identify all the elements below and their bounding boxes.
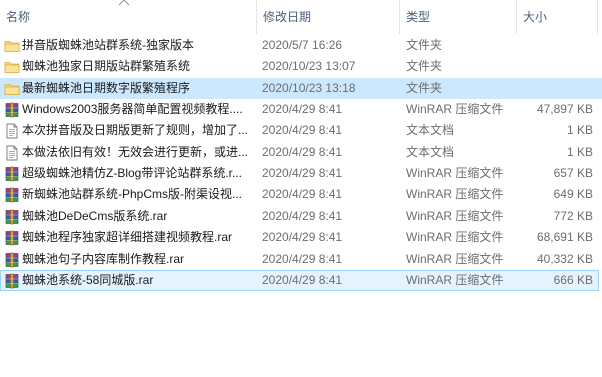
file-size: 657 KB bbox=[553, 166, 593, 180]
rar-icon bbox=[4, 252, 20, 268]
file-size: 68,691 KB bbox=[536, 230, 593, 244]
file-date: 2020/4/29 8:41 bbox=[262, 166, 343, 180]
column-header-size[interactable]: 大小 bbox=[517, 0, 597, 34]
file-name: Windows2003服务器简单配置视频教程.... bbox=[22, 102, 243, 116]
file-date: 2020/5/7 16:26 bbox=[262, 38, 343, 52]
file-size bbox=[520, 78, 593, 99]
file-date: 2020/4/29 8:41 bbox=[262, 187, 343, 201]
file-type: 文件夹 bbox=[406, 81, 443, 95]
file-name: 蜘蛛池程序独家超详细搭建视频教程.rar bbox=[22, 230, 233, 244]
folder-icon bbox=[4, 59, 20, 75]
file-row[interactable]: 最新蜘蛛池日期数字版繁殖程序 2020/10/23 13:18 文件夹 bbox=[0, 78, 602, 99]
file-type: WinRAR 压缩文件 bbox=[406, 209, 504, 223]
text-document-icon bbox=[4, 145, 20, 161]
rar-icon bbox=[4, 209, 20, 225]
file-date: 2020/10/23 13:18 bbox=[262, 81, 356, 95]
file-type: 文件夹 bbox=[406, 38, 443, 52]
file-row[interactable]: Windows2003服务器简单配置视频教程.... 2020/4/29 8:41… bbox=[0, 99, 602, 120]
file-name: 本次拼音版及日期版更新了规则，增加了... bbox=[22, 123, 249, 137]
file-row[interactable]: 拼音版蜘蛛池站群系统-独家版本 2020/5/7 16:26 文件夹 bbox=[0, 35, 602, 56]
file-name: 蜘蛛池独家日期版站群繁殖系统 bbox=[22, 59, 191, 73]
file-date: 2020/4/29 8:41 bbox=[262, 209, 343, 223]
file-type: 文本文档 bbox=[406, 123, 455, 137]
column-header-bar: 名称 修改日期 类型 大小 bbox=[0, 0, 602, 34]
column-header-type[interactable]: 类型 bbox=[400, 0, 516, 34]
file-name: 本做法依旧有效！无效会进行更新，或进... bbox=[22, 145, 249, 159]
file-size: 47,897 KB bbox=[536, 102, 593, 116]
column-header-date[interactable]: 修改日期 bbox=[257, 0, 399, 34]
file-type: WinRAR 压缩文件 bbox=[406, 187, 504, 201]
file-date: 2020/4/29 8:41 bbox=[262, 230, 343, 244]
file-name: 蜘蛛池句子内容库制作教程.rar bbox=[22, 252, 185, 266]
file-date: 2020/4/29 8:41 bbox=[262, 145, 343, 159]
file-type: WinRAR 压缩文件 bbox=[406, 230, 504, 244]
file-size: 772 KB bbox=[553, 209, 593, 223]
rar-icon bbox=[4, 273, 20, 289]
file-type: WinRAR 压缩文件 bbox=[406, 102, 504, 116]
column-header-name-label: 名称 bbox=[6, 10, 31, 24]
file-date: 2020/4/29 8:41 bbox=[262, 252, 343, 266]
file-type: WinRAR 压缩文件 bbox=[406, 252, 504, 266]
file-row[interactable]: 本做法依旧有效！无效会进行更新，或进... 2020/4/29 8:41 文本文档 1… bbox=[0, 142, 602, 163]
file-size: 649 KB bbox=[553, 187, 593, 201]
rar-icon bbox=[4, 187, 20, 203]
file-size bbox=[520, 35, 593, 56]
file-name: 拼音版蜘蛛池站群系统-独家版本 bbox=[22, 38, 194, 52]
file-type: WinRAR 压缩文件 bbox=[406, 273, 504, 287]
file-name: 超级蜘蛛池精仿Z-Blog带评论站群系统.r... bbox=[22, 166, 243, 180]
file-size bbox=[520, 56, 593, 77]
file-type: WinRAR 压缩文件 bbox=[406, 166, 504, 180]
rar-icon bbox=[4, 102, 20, 118]
text-document-icon bbox=[4, 123, 20, 139]
folder-icon bbox=[4, 81, 20, 97]
file-row[interactable]: 蜘蛛池程序独家超详细搭建视频教程.rar 2020/4/29 8:41 WinRAR… bbox=[0, 227, 602, 248]
file-size: 40,332 KB bbox=[536, 252, 593, 266]
file-row[interactable]: 蜘蛛池句子内容库制作教程.rar 2020/4/29 8:41 WinRAR 压缩文… bbox=[0, 249, 602, 270]
file-row[interactable]: 超级蜘蛛池精仿Z-Blog带评论站群系统.r... 2020/4/29 8:41 W… bbox=[0, 163, 602, 184]
file-size: 1 KB bbox=[566, 145, 593, 159]
file-row[interactable]: 新蜘蛛池站群系统-PhpCms版-附渠设视... 2020/4/29 8:41 Wi… bbox=[0, 184, 602, 205]
column-header-date-label: 修改日期 bbox=[263, 10, 312, 24]
file-name: 蜘蛛池系统-58同城版.rar bbox=[22, 273, 154, 287]
column-header-type-label: 类型 bbox=[406, 10, 431, 24]
rar-icon bbox=[4, 166, 20, 182]
sort-ascending-icon bbox=[118, 0, 130, 6]
file-type: 文本文档 bbox=[406, 145, 455, 159]
column-header-name[interactable]: 名称 bbox=[0, 0, 256, 34]
file-row[interactable]: 蜘蛛池系统-58同城版.rar 2020/4/29 8:41 WinRAR 压缩文件… bbox=[0, 270, 602, 291]
file-date: 2020/10/23 13:07 bbox=[262, 59, 356, 73]
file-row[interactable]: 蜘蛛池独家日期版站群繁殖系统 2020/10/23 13:07 文件夹 bbox=[0, 56, 602, 77]
file-name: 最新蜘蛛池日期数字版繁殖程序 bbox=[22, 81, 191, 95]
rar-icon bbox=[4, 230, 20, 246]
file-date: 2020/4/29 8:41 bbox=[262, 273, 343, 287]
file-row[interactable]: 本次拼音版及日期版更新了规则，增加了... 2020/4/29 8:41 文本文档 1… bbox=[0, 120, 602, 141]
file-date: 2020/4/29 8:41 bbox=[262, 123, 343, 137]
folder-icon bbox=[4, 38, 20, 54]
file-size: 666 KB bbox=[553, 273, 593, 287]
file-date: 2020/4/29 8:41 bbox=[262, 102, 343, 116]
file-size: 1 KB bbox=[566, 123, 593, 137]
file-name: 新蜘蛛池站群系统-PhpCms版-附渠设视... bbox=[22, 187, 243, 201]
file-row[interactable]: 蜘蛛池DeDeCms版系统.rar 2020/4/29 8:41 WinRAR 压缩… bbox=[0, 206, 602, 227]
column-header-size-label: 大小 bbox=[523, 10, 548, 24]
column-divider[interactable] bbox=[597, 0, 598, 34]
file-name: 蜘蛛池DeDeCms版系统.rar bbox=[22, 209, 168, 223]
file-type: 文件夹 bbox=[406, 59, 443, 73]
